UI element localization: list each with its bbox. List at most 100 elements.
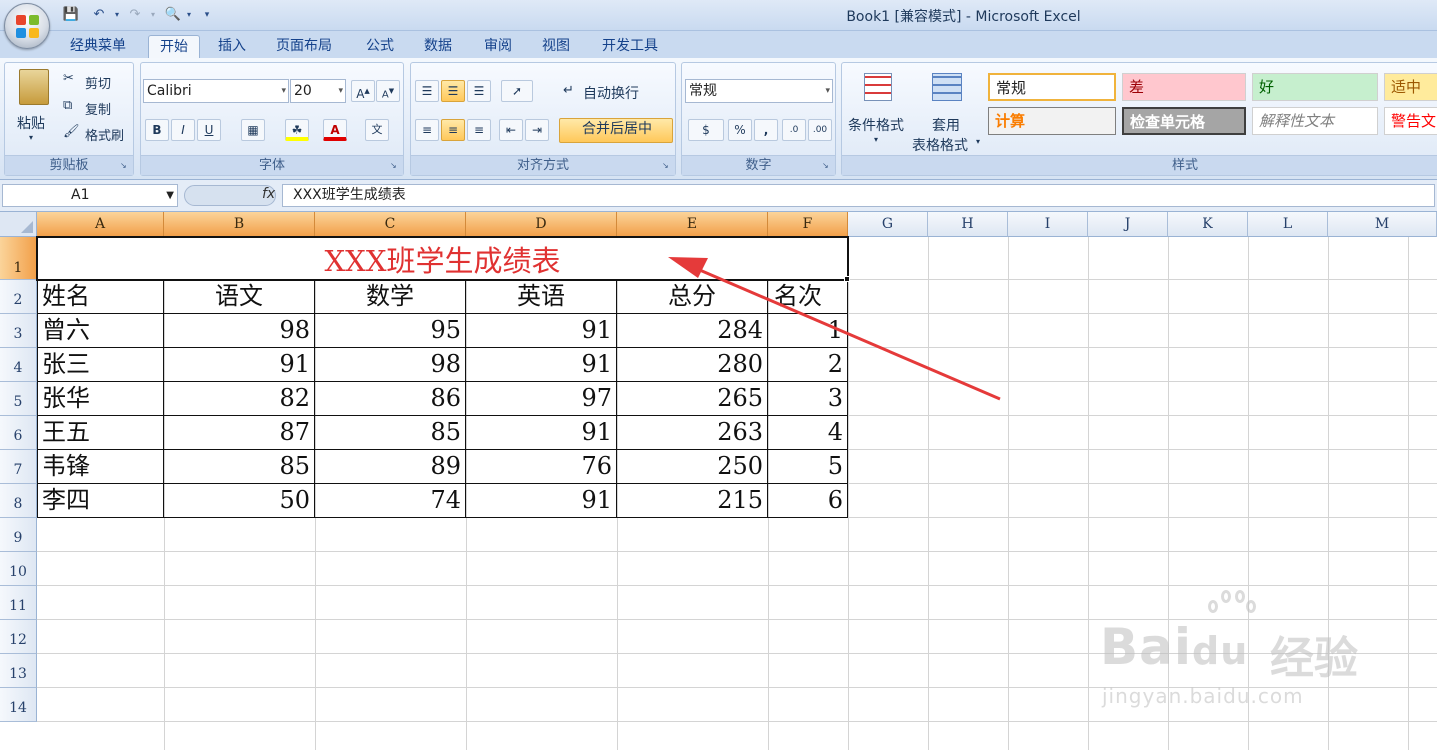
annotation-arrow-shaft — [694, 266, 1001, 401]
font-group-label: 字体 — [141, 155, 403, 175]
ribbon-tabs: 经典菜单 开始 插入 页面布局 公式 数据 审阅 视图 开发工具 — [0, 31, 1437, 59]
copy-icon[interactable]: ⧉ — [63, 98, 72, 113]
align-bottom-button[interactable]: ☰ — [467, 80, 491, 102]
italic-button[interactable]: I — [171, 119, 195, 141]
increase-indent-button[interactable]: ⇥ — [525, 119, 549, 141]
font-name-dropdown-icon[interactable]: ▾ — [281, 80, 286, 102]
format-painter-button[interactable]: 格式刷 — [85, 125, 124, 144]
insert-function-icon[interactable]: fx — [262, 186, 275, 202]
office-logo-icon — [16, 15, 40, 39]
style-explanatory[interactable]: 解释性文本 — [1252, 107, 1378, 135]
cut-icon[interactable]: ✂ — [63, 71, 74, 86]
watermark-brand-du: du — [1192, 629, 1249, 673]
tab-review[interactable]: 审阅 — [476, 35, 520, 59]
cut-button[interactable]: 剪切 — [85, 73, 111, 92]
border-button[interactable]: ▦ — [241, 119, 265, 141]
clipboard-group: 粘贴 ▾ ✂ 剪切 ⧉ 复制 🖌 格式刷 剪贴板 ↘ — [4, 62, 134, 176]
comma-button[interactable]: , — [754, 119, 778, 141]
formula-bar: A1 ▼ fx XXX班学生成绩表 — [0, 180, 1437, 212]
style-bad[interactable]: 差 — [1122, 73, 1246, 101]
style-calculation[interactable]: 计算 — [988, 107, 1116, 135]
align-right-button[interactable]: ≡ — [467, 119, 491, 141]
alignment-launcher-icon[interactable]: ↘ — [662, 161, 672, 171]
fill-color-button[interactable]: ☘ — [285, 119, 309, 141]
clipboard-launcher-icon[interactable]: ↘ — [120, 161, 130, 171]
style-normal[interactable]: 常规 — [988, 73, 1116, 101]
alignment-group: ☰ ☰ ☰ ➚ ↵ 自动换行 ≡ ≡ ≡ ⇤ ⇥ 合并后居中 对齐方式 ↘ — [410, 62, 676, 176]
font-name-value: Calibri — [147, 83, 192, 99]
name-box-value: A1 — [71, 187, 90, 203]
merge-center-label: 合并后居中 — [582, 121, 652, 137]
paste-button[interactable]: 粘贴 — [17, 113, 45, 133]
number-format-dropdown-icon[interactable]: ▾ — [825, 80, 830, 102]
styles-group: 条件格式 ▾ 套用 表格格式 ▾ 常规 差 好 适中 计算 检查单元格 解释性文… — [841, 62, 1437, 176]
number-format-value: 常规 — [689, 83, 717, 99]
conditional-format-dropdown-icon[interactable]: ▾ — [874, 135, 878, 144]
tab-data[interactable]: 数据 — [416, 35, 460, 59]
font-size-value: 20 — [294, 83, 312, 99]
format-painter-icon[interactable]: 🖌 — [63, 124, 80, 139]
align-middle-button[interactable]: ☰ — [441, 80, 465, 102]
font-launcher-icon[interactable]: ↘ — [390, 161, 400, 171]
tab-formulas[interactable]: 公式 — [358, 35, 402, 59]
font-size-box[interactable]: 20 ▾ — [290, 79, 346, 103]
style-good[interactable]: 好 — [1252, 73, 1378, 101]
shrink-font-button[interactable]: A▼ — [376, 80, 400, 102]
table-format-icon[interactable] — [932, 73, 962, 101]
tab-page-layout[interactable]: 页面布局 — [268, 35, 340, 59]
table-format-dropdown-icon[interactable]: ▾ — [976, 137, 980, 146]
paste-icon[interactable] — [19, 69, 49, 105]
baidu-watermark: Baidu 经验 jingyan.baidu.com — [1100, 590, 1430, 720]
percent-button[interactable]: % — [728, 119, 752, 141]
watermark-brand: Baidu — [1100, 618, 1248, 676]
decrease-indent-button[interactable]: ⇤ — [499, 119, 523, 141]
tab-view[interactable]: 视图 — [534, 35, 578, 59]
font-group: Calibri ▾ 20 ▾ A▲ A▼ B I U ▦ ☘ A 文 字体 ↘ — [140, 62, 404, 176]
conditional-format-icon[interactable] — [864, 73, 892, 101]
conditional-format-button[interactable]: 条件格式 — [848, 115, 904, 135]
tab-insert[interactable]: 插入 — [210, 35, 254, 59]
wrap-text-button[interactable]: 自动换行 — [583, 83, 639, 103]
number-launcher-icon[interactable]: ↘ — [822, 161, 832, 171]
copy-button[interactable]: 复制 — [85, 99, 111, 118]
font-color-button[interactable]: A — [323, 119, 347, 141]
alignment-group-label: 对齐方式 — [411, 155, 675, 175]
name-box[interactable]: A1 ▼ — [2, 184, 178, 207]
underline-button[interactable]: U — [197, 119, 221, 141]
style-neutral[interactable]: 适中 — [1384, 73, 1437, 101]
bold-button[interactable]: B — [145, 119, 169, 141]
font-name-box[interactable]: Calibri ▾ — [143, 79, 289, 103]
number-group: 常规 ▾ $ % , .0 .00 数字 ↘ — [681, 62, 836, 176]
wrap-text-icon[interactable]: ↵ — [563, 83, 574, 98]
watermark-brand-bai: Bai — [1100, 618, 1192, 676]
annotation-arrow-head — [668, 257, 708, 278]
watermark-url: jingyan.baidu.com — [1102, 684, 1304, 708]
align-center-button[interactable]: ≡ — [441, 119, 465, 141]
office-button[interactable] — [4, 3, 50, 49]
worksheet-grid[interactable]: A B C D E F G H I J K L M 1 2 3 4 5 6 7 … — [0, 212, 1437, 750]
formula-input[interactable]: XXX班学生成绩表 — [282, 184, 1435, 207]
orientation-button[interactable]: ➚ — [501, 80, 533, 102]
paste-dropdown-icon[interactable]: ▾ — [29, 133, 33, 142]
number-format-box[interactable]: 常规 ▾ — [685, 79, 833, 103]
increase-decimal-button[interactable]: .0 — [782, 119, 806, 141]
font-size-dropdown-icon[interactable]: ▾ — [338, 80, 343, 102]
table-format-button-line1[interactable]: 套用 — [932, 115, 960, 135]
ribbon: 粘贴 ▾ ✂ 剪切 ⧉ 复制 🖌 格式刷 剪贴板 ↘ Calibri ▾ 20 … — [0, 58, 1437, 180]
tab-classic-menu[interactable]: 经典菜单 — [62, 35, 134, 59]
name-box-dropdown-icon[interactable]: ▼ — [166, 185, 174, 206]
align-top-button[interactable]: ☰ — [415, 80, 439, 102]
tab-home[interactable]: 开始 — [148, 35, 200, 59]
window-title: Book1 [兼容模式] - Microsoft Excel — [846, 9, 1081, 25]
style-check-cell[interactable]: 检查单元格 — [1122, 107, 1246, 135]
style-warning[interactable]: 警告文 — [1384, 107, 1437, 135]
table-format-button-line2[interactable]: 表格格式 — [912, 135, 968, 155]
align-left-button[interactable]: ≡ — [415, 119, 439, 141]
excel-window: 💾 ↶ ▾ ↷ ▾ 🔍 ▾ ▾ Book1 [兼容模式] - Microsoft… — [0, 0, 1437, 750]
merge-center-button[interactable]: 合并后居中 — [559, 118, 673, 143]
currency-button[interactable]: $ — [688, 119, 724, 141]
phonetic-button[interactable]: 文 — [365, 119, 389, 141]
tab-developer[interactable]: 开发工具 — [594, 35, 666, 59]
grow-font-button[interactable]: A▲ — [351, 80, 375, 102]
decrease-decimal-button[interactable]: .00 — [808, 119, 832, 141]
